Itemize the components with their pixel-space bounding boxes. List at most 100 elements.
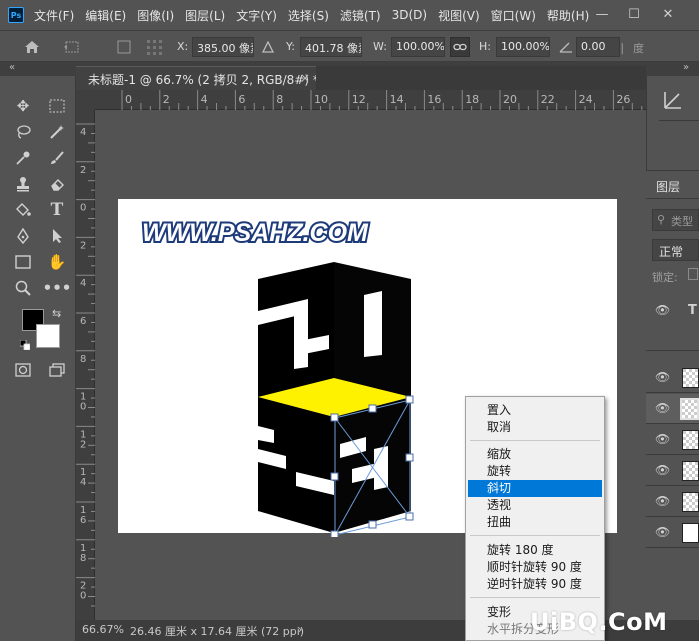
marquee-tool-icon[interactable] <box>44 94 70 118</box>
menu-item-cancel[interactable]: 取消 <box>468 419 602 436</box>
menu-layer[interactable]: 图层(L) <box>185 7 225 24</box>
properties-panel-icon[interactable] <box>659 86 687 114</box>
transform-tool-icon[interactable] <box>62 37 82 57</box>
lock-transparent-icon[interactable] <box>688 268 698 280</box>
layer-thumbnail <box>682 461 699 481</box>
menu-help[interactable]: 帮助(H) <box>547 7 589 24</box>
horizontal-ruler[interactable]: 0 2 4 6 8 10 12 14 16 18 20 22 24 26 <box>95 90 646 110</box>
visibility-eye-icon[interactable]: 👁 <box>655 525 670 539</box>
menu-item-rotate-cw-90[interactable]: 顺时针旋转 90 度 <box>468 559 602 576</box>
menu-filter[interactable]: 滤镜(T) <box>340 7 381 24</box>
path-selection-tool-icon[interactable] <box>44 224 70 248</box>
transform-bounding-box[interactable] <box>328 392 428 537</box>
visibility-eye-icon[interactable]: 👁 <box>655 432 670 446</box>
collapse-tools-icon[interactable]: « <box>9 62 15 73</box>
menu-select[interactable]: 选择(S) <box>288 7 329 24</box>
menu-item-scale[interactable]: 缩放 <box>468 446 602 463</box>
visibility-eye-icon[interactable]: 👁 <box>655 463 670 477</box>
menu-item-rotate-ccw-90[interactable]: 逆时针旋转 90 度 <box>468 576 602 593</box>
document-tab[interactable]: 未标题-1 @ 66.7% (2 拷贝 2, RGB/8#) * × <box>76 66 319 90</box>
brush-tool-icon[interactable] <box>44 146 70 170</box>
reference-point-checkbox[interactable] <box>114 37 134 57</box>
quick-mask-icon[interactable] <box>10 358 36 382</box>
layer-row-background[interactable]: 👁 <box>646 518 699 548</box>
height-input[interactable]: 100.00% <box>496 37 550 57</box>
psahz-logo-text: WWW.PSAHZ.COM <box>140 217 371 249</box>
photoshop-logo-icon: Ps <box>8 7 24 23</box>
visibility-eye-icon[interactable]: 👁 <box>655 401 670 415</box>
layer-filter-search[interactable]: ⚲ 类型 <box>652 209 699 231</box>
swap-colors-icon[interactable]: ⇆ <box>52 307 61 320</box>
menu-item-rotate[interactable]: 旋转 <box>468 463 602 480</box>
x-input[interactable]: 385.00 像素 <box>192 37 254 57</box>
ruler-tick-label: 4 <box>80 477 86 488</box>
photoshop-window: Ps 文件(F) 编辑(E) 图像(I) 图层(L) 文字(Y) 选择(S) 滤… <box>0 0 699 641</box>
type-tool-icon[interactable]: T <box>44 198 70 222</box>
blend-mode-select[interactable]: 正常 <box>652 239 699 261</box>
menu-window[interactable]: 窗口(W) <box>491 7 536 24</box>
layer-thumbnail <box>680 398 699 420</box>
background-color-swatch[interactable] <box>36 324 60 348</box>
zoom-tool-icon[interactable] <box>10 276 36 300</box>
menu-view[interactable]: 视图(V) <box>438 7 480 24</box>
menu-separator <box>470 440 600 441</box>
tab-bar-empty <box>316 66 646 90</box>
rectangle-tool-icon[interactable] <box>10 250 36 274</box>
hand-tool-icon[interactable]: ✋ <box>44 250 70 274</box>
collapse-panels-icon[interactable]: » <box>683 62 689 73</box>
relative-position-icon[interactable] <box>258 37 278 57</box>
ruler-origin[interactable] <box>76 90 95 110</box>
link-icon[interactable] <box>450 37 470 57</box>
document-size: 26.46 厘米 x 17.64 厘米 (72 ppi) <box>130 625 305 638</box>
layer-row-selected[interactable]: 👁 <box>646 394 699 424</box>
eraser-tool-icon[interactable] <box>44 172 70 196</box>
menu-item-skew[interactable]: 斜切 <box>468 480 602 497</box>
close-window-icon[interactable]: ✕ <box>658 4 678 24</box>
y-input[interactable]: 401.78 像素 <box>300 37 362 57</box>
ruler-tick-label: 4 <box>201 93 208 106</box>
more-tools-icon[interactable]: ••• <box>43 276 72 300</box>
document-tab-title: 未标题-1 @ 66.7% (2 拷贝 2, RGB/8#) * <box>88 73 319 87</box>
layer-row[interactable]: 👁 <box>646 487 699 517</box>
width-input[interactable]: 100.00% <box>391 37 445 57</box>
minimize-icon[interactable]: — <box>592 4 612 24</box>
layer-row[interactable]: 👁 <box>646 425 699 455</box>
svg-text:WWW.PSAHZ.COM: WWW.PSAHZ.COM <box>142 219 369 247</box>
paint-bucket-tool-icon[interactable] <box>10 198 36 222</box>
menu-item-distort[interactable]: 扭曲 <box>468 514 602 531</box>
stamp-tool-icon[interactable] <box>10 172 36 196</box>
vertical-ruler[interactable]: 4202468101214161820 <box>76 110 95 620</box>
zoom-level[interactable]: 66.67% <box>82 623 124 636</box>
layer-row-text[interactable]: 👁 T <box>646 291 699 351</box>
layer-row[interactable]: 👁 <box>646 363 699 393</box>
status-menu-arrow[interactable]: › <box>298 623 302 636</box>
reference-point-grid-icon[interactable] <box>144 37 164 57</box>
visibility-eye-icon[interactable]: 👁 <box>655 370 670 384</box>
screen-mode-icon[interactable] <box>44 358 70 382</box>
lasso-tool-icon[interactable] <box>10 120 36 144</box>
angle-input[interactable]: 0.00 <box>576 37 620 57</box>
ruler-tick-label: 12 <box>352 93 366 106</box>
ruler-tick-label: 0 <box>80 591 86 602</box>
menu-3d[interactable]: 3D(D) <box>392 8 427 22</box>
menu-item-rotate-180[interactable]: 旋转 180 度 <box>468 542 602 559</box>
move-tool-icon[interactable]: ✥ <box>10 94 36 118</box>
crop-eyedropper-tool-icon[interactable] <box>10 146 36 170</box>
menu-type[interactable]: 文字(Y) <box>236 7 277 24</box>
visibility-eye-icon[interactable]: 👁 <box>655 303 670 317</box>
pen-tool-icon[interactable] <box>10 224 36 248</box>
menu-file[interactable]: 文件(F) <box>34 7 74 24</box>
close-tab-icon[interactable]: × <box>300 71 310 85</box>
menu-item-place[interactable]: 置入 <box>468 402 602 419</box>
menu-edit[interactable]: 编辑(E) <box>85 7 126 24</box>
menu-image[interactable]: 图像(I) <box>137 7 174 24</box>
default-colors-icon[interactable] <box>19 339 31 351</box>
magic-wand-tool-icon[interactable] <box>44 120 70 144</box>
visibility-eye-icon[interactable]: 👁 <box>655 494 670 508</box>
home-icon[interactable] <box>22 37 42 57</box>
layers-tab[interactable]: 图层 <box>656 178 680 195</box>
menu-item-perspective[interactable]: 透视 <box>468 497 602 514</box>
lock-label: 锁定: <box>652 271 678 284</box>
maximize-icon[interactable]: ☐ <box>624 4 644 24</box>
layer-row[interactable]: 👁 <box>646 456 699 486</box>
